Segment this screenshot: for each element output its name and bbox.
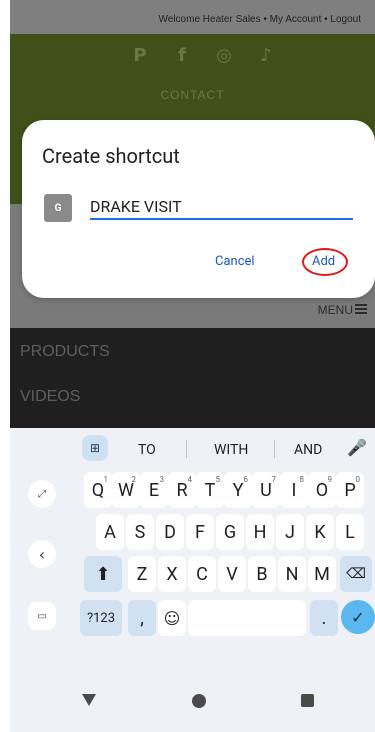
key-q[interactable]: Q1 (84, 472, 112, 508)
suggestion-3[interactable]: AND (294, 442, 322, 458)
key-g[interactable]: G (216, 514, 244, 550)
back-triangle-icon[interactable] (82, 694, 96, 706)
system-nav-bar (10, 676, 375, 732)
comma-key[interactable]: , (128, 600, 156, 636)
enter-key[interactable]: ✓ (341, 600, 375, 634)
key-e[interactable]: E3 (140, 472, 168, 508)
key-s[interactable]: S (126, 514, 154, 550)
key-p[interactable]: P0 (336, 472, 364, 508)
suggestion-1[interactable]: TO (138, 442, 156, 458)
key-b[interactable]: B (248, 556, 276, 592)
microphone-icon[interactable]: 🎤 (347, 438, 367, 457)
key-x[interactable]: X (158, 556, 186, 592)
dialog-title: Create shortcut (42, 144, 180, 168)
key-y[interactable]: Y6 (224, 472, 252, 508)
hamburger-icon[interactable] (355, 303, 367, 315)
shift-icon: ⬆ (95, 563, 111, 585)
create-shortcut-dialog: Create shortcut G Cancel Add (22, 120, 375, 298)
suggestion-divider (186, 440, 187, 458)
key-c[interactable]: C (188, 556, 216, 592)
space-key[interactable] (188, 600, 306, 636)
home-circle-icon[interactable] (192, 694, 206, 708)
key-j[interactable]: J (276, 514, 304, 550)
key-u[interactable]: U7 (252, 472, 280, 508)
shortcut-app-icon: G (44, 194, 72, 222)
shift-key[interactable]: ⬆ (84, 556, 122, 592)
key-h[interactable]: H (246, 514, 274, 550)
add-button[interactable]: Add (312, 254, 335, 269)
suggestion-divider (274, 440, 275, 458)
suggestion-strip: ⊞ TO WITH AND 🎤 (10, 432, 375, 462)
checkmark-icon: ✓ (351, 607, 365, 627)
key-l[interactable]: L (336, 514, 364, 550)
collapse-keyboard-icon[interactable]: ‹ (28, 540, 56, 568)
key-f[interactable]: F (186, 514, 214, 550)
resize-keyboard-icon[interactable]: ⤢ (28, 480, 56, 508)
key-k[interactable]: K (306, 514, 334, 550)
key-d[interactable]: D (156, 514, 184, 550)
tiktok-icon[interactable]: ♪ (256, 45, 276, 66)
facebook-icon[interactable]: f (172, 45, 192, 66)
key-t[interactable]: T5 (196, 472, 224, 508)
emoji-key[interactable]: ☺ (158, 600, 186, 636)
key-r[interactable]: R4 (168, 472, 196, 508)
nav-item-products[interactable]: PRODUCTS (20, 343, 110, 361)
suggestion-2[interactable]: WITH (214, 442, 248, 458)
menu-label[interactable]: MENU (318, 303, 353, 317)
key-m[interactable]: M (308, 556, 336, 592)
apps-grid-icon[interactable]: ⊞ (82, 435, 108, 461)
key-v[interactable]: V (218, 556, 246, 592)
cancel-button[interactable]: Cancel (215, 254, 255, 269)
emoji-icon: ☺ (163, 608, 181, 628)
key-a[interactable]: A (96, 514, 124, 550)
account-bar: Welcome Heater Sales • My Account • Logo… (10, 0, 375, 34)
key-z[interactable]: Z (128, 556, 156, 592)
pinterest-icon[interactable]: P (130, 45, 150, 66)
social-icons: P f ◎ ♪ (130, 45, 276, 66)
phone-screen: Welcome Heater Sales • My Account • Logo… (10, 0, 375, 732)
contact-link[interactable]: CONTACT (10, 88, 375, 102)
symbols-key[interactable]: ?123 (80, 600, 122, 636)
backspace-icon: ⌫ (346, 566, 366, 582)
shortcut-name-input[interactable] (90, 194, 353, 220)
floating-keyboard-icon[interactable]: ▭ (28, 602, 56, 630)
period-key[interactable]: . (310, 600, 338, 636)
backspace-key[interactable]: ⌫ (340, 556, 372, 592)
key-w[interactable]: W2 (112, 472, 140, 508)
key-n[interactable]: N (278, 556, 306, 592)
recents-square-icon[interactable] (301, 694, 314, 707)
nav-item-videos[interactable]: VIDEOS (20, 388, 80, 406)
instagram-icon[interactable]: ◎ (214, 45, 234, 66)
key-i[interactable]: I8 (280, 472, 308, 508)
account-links[interactable]: Welcome Heater Sales • My Account • Logo… (159, 14, 361, 25)
key-o[interactable]: O9 (308, 472, 336, 508)
